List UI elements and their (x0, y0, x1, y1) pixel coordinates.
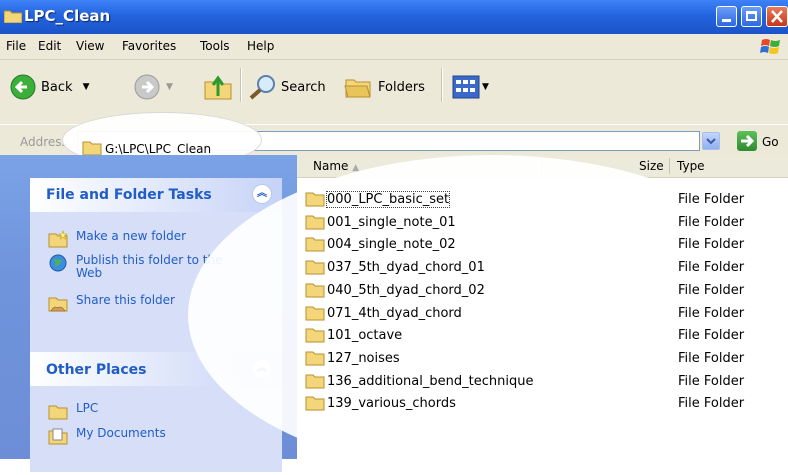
file-type: File Folder (678, 328, 745, 344)
share-folder-icon (48, 297, 68, 312)
go-arrow-icon[interactable] (737, 131, 757, 151)
file-type: File Folder (678, 305, 745, 321)
file-type: File Folder (678, 237, 745, 253)
window-title: LPC_Clean (24, 7, 111, 25)
windows-logo-icon (760, 39, 780, 54)
back-dropdown-icon[interactable]: ▼ (83, 82, 90, 92)
file-name: 139_various_chords (327, 396, 456, 412)
file-name: 040_5th_dyad_chord_02 (327, 282, 485, 298)
file-name: 136_additional_bend_technique (327, 373, 534, 389)
folder-icon (82, 141, 102, 156)
menu-view[interactable]: View (76, 39, 104, 53)
folder-icon (305, 215, 325, 230)
my-documents-icon (48, 428, 68, 445)
new-folder-icon (48, 230, 68, 248)
folders-button[interactable]: Folders (343, 74, 425, 100)
folder-icon (305, 260, 325, 275)
file-type: File Folder (678, 373, 745, 389)
menu-favorites[interactable]: Favorites (122, 39, 176, 53)
address-dropdown-button[interactable] (702, 132, 720, 150)
forward-button[interactable]: ▼ (134, 74, 173, 100)
go-button[interactable]: Go (762, 135, 779, 149)
search-button[interactable]: Search (248, 74, 326, 100)
forward-dropdown-icon[interactable]: ▼ (166, 82, 173, 92)
minimize-button[interactable] (716, 6, 737, 27)
title-bar: LPC_Clean (0, 0, 788, 34)
folder-icon (4, 10, 22, 23)
folder-icon (305, 351, 325, 366)
folder-icon (48, 405, 68, 420)
file-list: 000_LPC_basic_set File Folder 001_single_n… (297, 155, 788, 459)
close-button[interactable] (766, 6, 788, 27)
up-folder-button[interactable] (204, 74, 232, 100)
folder-icon (305, 328, 325, 343)
collapse-icon[interactable]: ︽ (252, 184, 272, 204)
file-row[interactable]: 127_noises File Folder (305, 348, 775, 370)
file-type: File Folder (678, 282, 745, 298)
folder-icon (305, 396, 325, 411)
file-row[interactable]: 136_additional_bend_technique File Folder (305, 371, 775, 393)
folders-icon (344, 79, 371, 98)
back-arrow-icon (10, 74, 36, 100)
file-name: 000_LPC_basic_set (325, 191, 451, 208)
file-type: File Folder (678, 350, 745, 366)
file-name: 004_single_note_02 (327, 237, 456, 253)
file-row[interactable]: 004_single_note_02 File Folder (305, 234, 775, 256)
search-icon (249, 75, 275, 100)
file-row[interactable]: 040_5th_dyad_chord_02 File Folder (305, 280, 775, 302)
file-row[interactable]: 037_5th_dyad_chord_01 File Folder (305, 257, 775, 279)
file-name: 127_noises (327, 350, 400, 366)
file-type: File Folder (678, 260, 745, 276)
folder-icon (305, 374, 325, 389)
folder-icon (305, 192, 325, 207)
task-new-folder[interactable]: Make a new folder (48, 230, 246, 248)
views-dropdown-icon[interactable]: ▼ (482, 82, 489, 92)
file-row[interactable]: 000_LPC_basic_set File Folder (305, 189, 775, 211)
maximize-button[interactable] (741, 6, 762, 27)
file-row[interactable]: 071_4th_dyad_chord File Folder (305, 303, 775, 325)
back-button[interactable]: Back ▼ (10, 74, 89, 100)
folder-icon (305, 283, 325, 298)
menu-file[interactable]: File (6, 39, 26, 53)
menu-tools[interactable]: Tools (200, 39, 230, 53)
file-row[interactable]: 101_octave File Folder (305, 325, 775, 347)
folder-icon (305, 237, 325, 252)
file-name: 037_5th_dyad_chord_01 (327, 260, 485, 276)
chevron-down-icon (706, 138, 716, 145)
file-row[interactable]: 001_single_note_01 File Folder (305, 212, 775, 234)
address-label: Address (20, 135, 68, 149)
globe-icon (49, 254, 67, 272)
place-my-documents[interactable]: My Documents (48, 427, 246, 445)
views-icon (452, 75, 480, 99)
file-type: File Folder (678, 192, 745, 207)
folder-icon (305, 306, 325, 320)
menu-help[interactable]: Help (247, 39, 274, 53)
file-row[interactable]: 139_various_chords File Folder (305, 393, 775, 415)
file-name: 001_single_note_01 (327, 214, 456, 230)
forward-arrow-icon (134, 74, 160, 100)
file-type: File Folder (678, 214, 745, 230)
file-name: 101_octave (327, 328, 403, 344)
menu-bar: File Edit View Favorites Tools Help (0, 34, 788, 60)
place-lpc[interactable]: LPC (48, 402, 246, 420)
views-button[interactable]: ▼ (452, 75, 489, 99)
up-folder-icon (204, 75, 232, 100)
file-type: File Folder (678, 396, 745, 412)
address-path[interactable]: G:\LPC\LPC_Clean (105, 142, 211, 156)
close-icon (771, 10, 783, 23)
panel-header[interactable]: File and Folder Tasks ︽ (30, 178, 282, 212)
file-name: 071_4th_dyad_chord (327, 305, 462, 321)
menu-edit[interactable]: Edit (38, 39, 61, 53)
